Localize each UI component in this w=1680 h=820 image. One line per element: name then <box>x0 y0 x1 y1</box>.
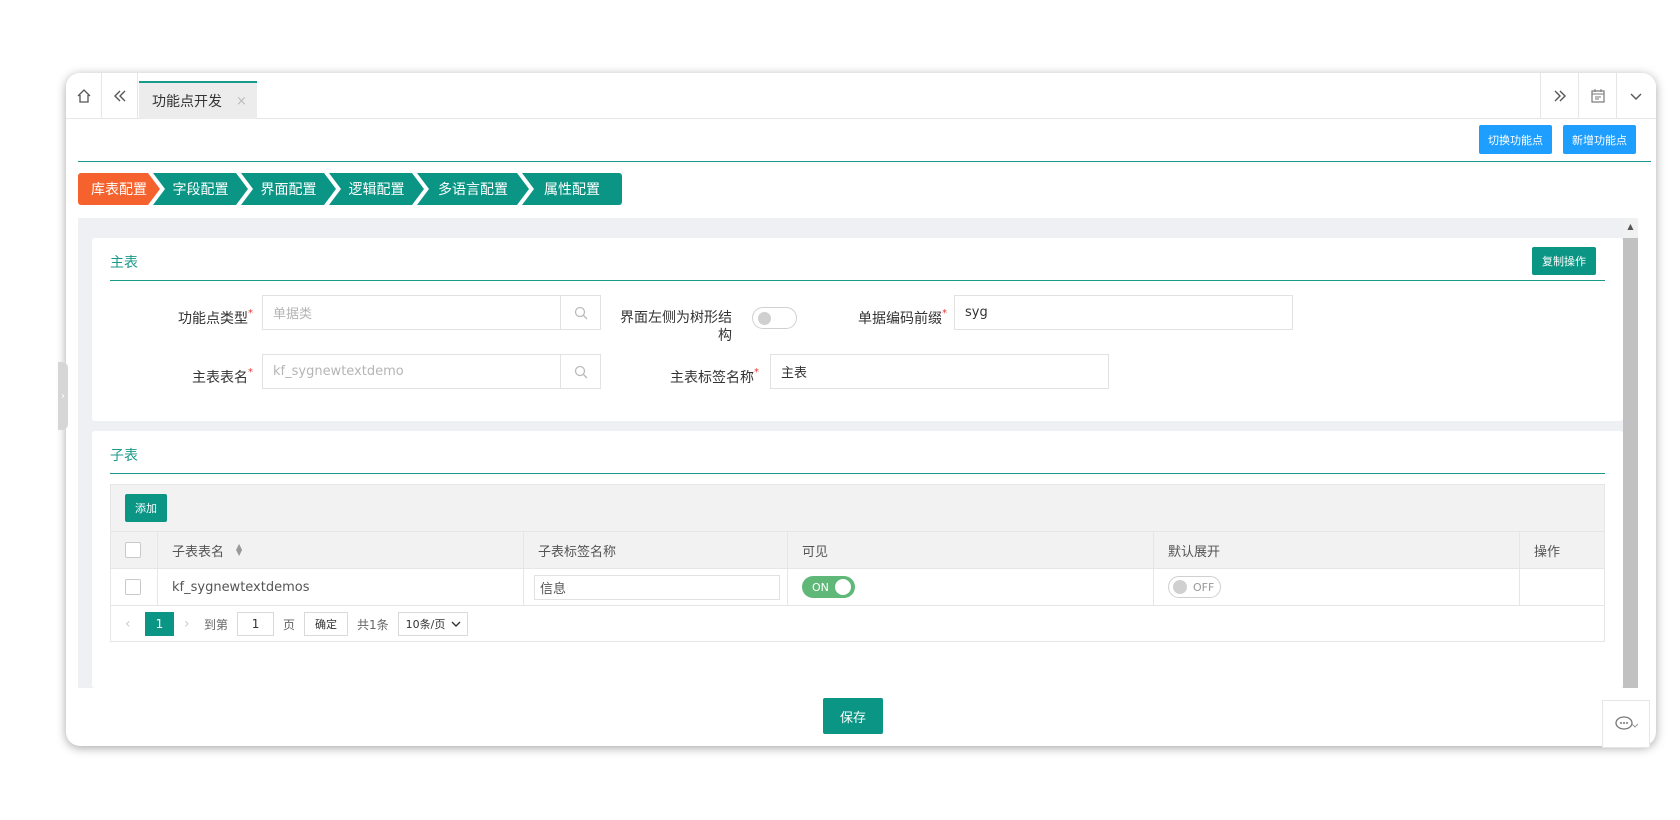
prev-page-icon[interactable]: ‹ <box>125 616 145 632</box>
sub-table-title: 子表 <box>110 448 138 464</box>
pagination: ‹ 1 › 到第 1 页 确定 共1条 10条/页 <box>111 606 1604 642</box>
tab-bar: 功能点开发 × <box>66 73 1656 119</box>
scrollbar-thumb[interactable] <box>1623 238 1638 688</box>
chevron-down-icon[interactable] <box>1616 73 1654 119</box>
content-area: 主表 复制操作 功能点类型* 单据类 界面左侧为树形结 构 单据编码前缀* sy… <box>78 218 1638 688</box>
search-icon[interactable] <box>560 355 600 388</box>
divider <box>78 161 1651 162</box>
row-tag-input[interactable]: 信息 <box>534 574 780 600</box>
step-ui-config[interactable]: 界面配置 <box>241 173 336 205</box>
col-sub-table-name[interactable]: 子表表名 ▲ ▼ <box>158 532 524 568</box>
step-table-config[interactable]: 库表配置 <box>78 173 160 205</box>
vertical-scrollbar[interactable]: ▲ <box>1623 218 1638 688</box>
card-divider <box>110 473 1605 474</box>
card-divider <box>110 280 1605 281</box>
current-page[interactable]: 1 <box>145 612 174 636</box>
next-page-icon[interactable]: › <box>184 616 204 632</box>
sub-table-card: 子表 添加 子表表名 ▲ ▼ 子表标签名称 可见 默认展开 操作 kf_sygn… <box>92 431 1623 688</box>
home-icon[interactable] <box>66 73 102 119</box>
prefix-label: 单据编码前缀* <box>858 308 947 327</box>
add-function-button[interactable]: 新增功能点 <box>1563 125 1636 154</box>
scroll-right-icon[interactable] <box>1540 73 1578 119</box>
step-i18n-config[interactable]: 多语言配置 <box>417 173 529 205</box>
sort-icon[interactable]: ▲ ▼ <box>236 543 242 557</box>
switch-function-button[interactable]: 切换功能点 <box>1479 125 1552 154</box>
col-visible: 可见 <box>788 532 1154 568</box>
add-row-button[interactable]: 添加 <box>125 494 167 522</box>
step-logic-config[interactable]: 逻辑配置 <box>329 173 424 205</box>
total-count: 共1条 <box>357 617 389 632</box>
scroll-left-icon[interactable] <box>102 73 138 119</box>
table-row: kf_sygnewtextdemos 信息 ON OFF <box>111 569 1604 606</box>
table-header: 子表表名 ▲ ▼ 子表标签名称 可见 默认展开 操作 <box>111 532 1604 569</box>
app-window: 功能点开发 × 切换功能点 新增功能点 库表配置 字段配置 界面配置 逻辑配置 … <box>66 73 1656 746</box>
main-table-card: 主表 复制操作 功能点类型* 单据类 界面左侧为树形结 构 单据编码前缀* sy… <box>92 238 1623 421</box>
select-all-checkbox[interactable] <box>125 542 141 558</box>
step-attr-config[interactable]: 属性配置 <box>522 173 622 205</box>
main-table-title: 主表 <box>110 255 138 271</box>
func-type-label: 功能点类型* <box>178 308 253 327</box>
per-page-select[interactable]: 10条/页 <box>397 612 469 636</box>
chat-icon[interactable] <box>1602 700 1650 748</box>
confirm-page-button[interactable]: 确定 <box>304 612 349 636</box>
step-field-config[interactable]: 字段配置 <box>153 173 248 205</box>
tree-structure-toggle[interactable] <box>752 307 797 329</box>
expand-toggle[interactable]: OFF <box>1168 576 1221 598</box>
sidebar-toggle-handle[interactable]: › <box>58 362 68 430</box>
scroll-up-icon[interactable]: ▲ <box>1623 218 1638 234</box>
row-sub-table-name: kf_sygnewtextdemos <box>158 569 524 605</box>
page-unit: 页 <box>283 617 296 632</box>
goto-label: 到第 <box>204 617 229 632</box>
prefix-input[interactable]: syg <box>954 295 1293 330</box>
col-operation: 操作 <box>1534 544 1561 560</box>
tree-structure-label: 界面左侧为树形结 构 <box>620 310 732 344</box>
tab-label: 功能点开发 <box>152 94 222 110</box>
action-bar: 切换功能点 新增功能点 <box>66 119 1656 161</box>
copy-operation-button[interactable]: 复制操作 <box>1532 247 1596 275</box>
col-sub-table-tag: 子表标签名称 <box>524 532 788 568</box>
table-name-input[interactable]: kf_sygnewtextdemo <box>262 354 601 389</box>
table-name-label: 主表表名* <box>192 367 253 386</box>
chevron-down-icon <box>451 621 461 627</box>
page-input[interactable]: 1 <box>237 612 275 636</box>
row-checkbox[interactable] <box>125 579 141 595</box>
search-icon[interactable] <box>560 296 600 329</box>
tag-name-input[interactable]: 主表 <box>770 354 1109 389</box>
tab-function-dev[interactable]: 功能点开发 × <box>139 81 257 119</box>
calendar-icon[interactable] <box>1578 73 1616 119</box>
func-type-input[interactable]: 单据类 <box>262 295 601 330</box>
visible-toggle[interactable]: ON <box>802 576 855 598</box>
sub-table: 添加 子表表名 ▲ ▼ 子表标签名称 可见 默认展开 操作 kf_sygnewte… <box>110 484 1605 642</box>
step-wizard: 库表配置 字段配置 界面配置 逻辑配置 多语言配置 属性配置 <box>78 173 623 205</box>
row-operation <box>1520 569 1604 605</box>
tag-name-label: 主表标签名称* <box>670 367 759 386</box>
save-button[interactable]: 保存 <box>823 698 883 734</box>
col-default-expand: 默认展开 <box>1154 532 1520 568</box>
table-toolbar: 添加 <box>111 485 1604 532</box>
close-icon[interactable]: × <box>236 94 247 109</box>
